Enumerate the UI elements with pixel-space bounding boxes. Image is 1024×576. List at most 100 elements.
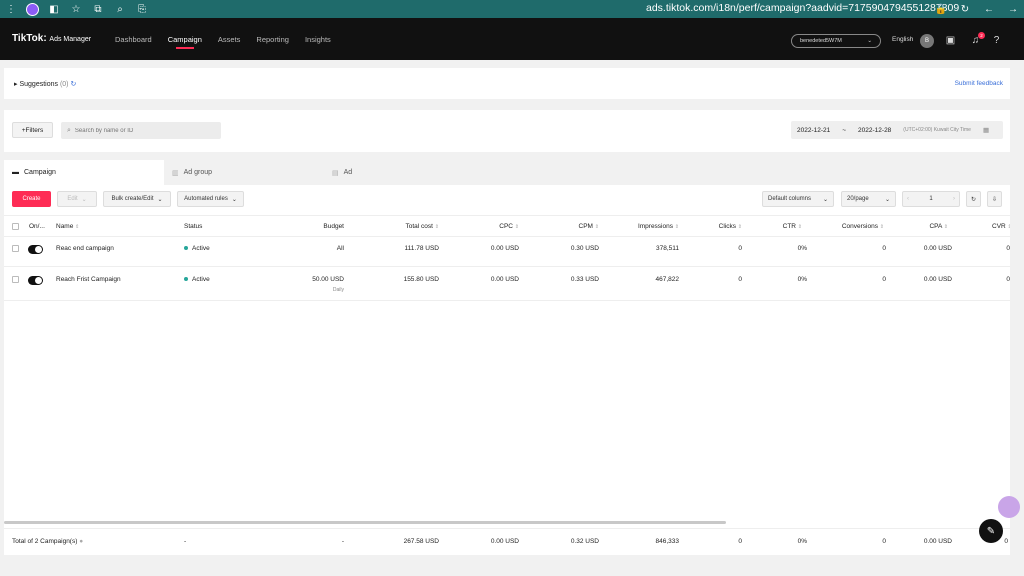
col-total-cost[interactable]: Total cost ⇕ [384, 223, 439, 230]
automated-rules-button[interactable]: Automated rules ⌄ [177, 191, 244, 207]
sort-icon: ⇕ [943, 224, 948, 230]
collections-icon[interactable]: ⧉ [91, 2, 105, 16]
select-all-checkbox[interactable] [12, 223, 19, 230]
notification-badge: 2 [978, 32, 985, 39]
forward-icon[interactable]: → [1006, 2, 1020, 16]
cvr-value: 0 [1006, 245, 1010, 252]
nav-campaign[interactable]: Campaign [168, 35, 202, 49]
totals-status: - [184, 538, 187, 545]
search-box[interactable]: ⌕ [61, 122, 221, 139]
horizontal-scrollbar[interactable] [4, 521, 726, 524]
nav-reporting[interactable]: Reporting [256, 35, 289, 44]
date-range-picker[interactable]: 2022-12-21 ~ 2022-12-28 (UTC+02:00) Kuwa… [791, 121, 1003, 139]
nav-insights[interactable]: Insights [305, 35, 331, 44]
col-name[interactable]: Name ⇕ [56, 223, 79, 230]
col-clicks[interactable]: Clicks ⇕ [702, 223, 742, 230]
col-onoff: On/... [29, 223, 45, 230]
table-toolbar: Create Edit ⌄ Bulk create/Edit ⌄ Automated… [4, 191, 1010, 209]
sort-icon: ⇕ [514, 224, 519, 230]
feedback-bubble[interactable] [998, 496, 1020, 518]
table-row[interactable]: Reac end campaign Active All 111.78 USD … [4, 237, 1010, 267]
tab-ad-group[interactable]: ▥ Ad group [164, 160, 324, 185]
budget-mode: Daily [332, 287, 344, 293]
suggestions-toggle[interactable]: ▸ Suggestions (0) ↻ [14, 80, 76, 88]
campaign-table-panel: Create Edit ⌄ Bulk create/Edit ⌄ Automated… [4, 185, 1010, 555]
col-conversions[interactable]: Conversions ⇕ [824, 223, 884, 230]
sidebar-icon[interactable]: ◧ [47, 2, 61, 16]
row-checkbox[interactable] [12, 276, 19, 283]
share-icon[interactable]: ⎘ [135, 2, 149, 16]
chat-button[interactable]: ✎ [979, 519, 1003, 543]
col-impressions[interactable]: Impressions ⇕ [619, 223, 679, 230]
totals-conversions: 0 [882, 538, 886, 545]
language-selector[interactable]: English [892, 36, 913, 43]
level-tabs: ▬ Campaign ▥ Ad group ▤ Ad [4, 160, 1010, 185]
back-icon[interactable]: ← [982, 2, 996, 16]
main-nav: Dashboard Campaign Assets Reporting Insi… [115, 35, 331, 49]
export-button[interactable]: ⇩ [987, 191, 1002, 207]
sort-icon: ⇕ [737, 224, 742, 230]
table-row[interactable]: Reach Frist Campaign Active 50.00 USD Da… [4, 268, 1010, 301]
sort-icon: ⇕ [797, 224, 802, 230]
next-page-icon[interactable]: › [953, 196, 955, 202]
nav-dashboard[interactable]: Dashboard [115, 35, 152, 44]
date-end: 2022-12-28 [858, 126, 892, 134]
impressions-value: 378,511 [655, 245, 679, 252]
filter-bar: +Filters ⌕ 2022-12-21 ~ 2022-12-28 (UTC+… [4, 110, 1010, 152]
col-cpm[interactable]: CPM ⇕ [559, 223, 599, 230]
table-header: On/... Name ⇕ Status Budget Total cost ⇕… [4, 215, 1010, 237]
totals-ctr: 0% [797, 538, 807, 545]
impressions-value: 467,822 [655, 276, 680, 283]
account-selector[interactable]: benedeted5W7M ⌄ [791, 34, 881, 48]
more-vertical-icon[interactable]: ⋮ [4, 2, 18, 16]
tiktok-logo[interactable]: TikTok: Ads Manager [12, 33, 91, 44]
col-ctr[interactable]: CTR ⇕ [762, 223, 802, 230]
totals-clicks: 0 [738, 538, 742, 545]
prev-page-icon[interactable]: ‹ [907, 196, 909, 202]
conversions-value: 0 [882, 276, 886, 283]
export-icon: ⇩ [991, 196, 998, 203]
budget-value: 50.00 USD [312, 276, 344, 283]
tab-ad[interactable]: ▤ Ad [324, 160, 484, 185]
reload-icon[interactable]: ↻ [958, 2, 972, 16]
sort-icon: ⇕ [674, 224, 679, 230]
filters-button[interactable]: + Filters [12, 122, 53, 138]
edit-button[interactable]: Edit ⌄ [57, 191, 97, 207]
document-icon: ▤ [332, 169, 339, 177]
submit-feedback-link[interactable]: Submit feedback [955, 80, 1003, 87]
totals-total-cost: 267.58 USD [403, 538, 439, 545]
page-size-select[interactable]: 20/page ⌄ [841, 191, 896, 207]
cpa-value: 0.00 USD [923, 276, 952, 283]
campaign-name[interactable]: Reach Frist Campaign [56, 276, 121, 283]
columns-select[interactable]: Default columns ⌄ [762, 191, 834, 207]
user-avatar[interactable]: B [920, 34, 934, 48]
campaign-toggle[interactable] [28, 276, 43, 285]
page-number[interactable]: 1 [929, 196, 932, 202]
create-button[interactable]: Create [12, 191, 51, 207]
folder-icon: ▬ [12, 169, 19, 176]
nav-assets[interactable]: Assets [218, 35, 241, 44]
app-header: TikTok: Ads Manager Dashboard Campaign A… [0, 18, 1024, 60]
briefcase-icon[interactable]: ▣ [944, 34, 957, 47]
tab-campaign[interactable]: ▬ Campaign [4, 160, 164, 185]
pagination: ‹ 1 › [902, 191, 960, 207]
caret-right-icon: ▸ [14, 81, 18, 88]
refresh-icon[interactable]: ↻ [70, 81, 76, 88]
search-input[interactable] [74, 127, 215, 134]
col-cpa[interactable]: CPA ⇕ [904, 223, 948, 230]
help-icon[interactable]: ? [990, 34, 1003, 47]
row-checkbox[interactable] [12, 245, 19, 252]
col-status: Status [184, 223, 203, 230]
grid-icon: ▥ [172, 169, 179, 177]
search-icon[interactable]: ⌕ [113, 2, 127, 16]
address-bar[interactable]: ads.tiktok.com/i18n/perf/campaign?aadvid… [646, 2, 959, 14]
col-cvr[interactable]: CVR ⇕ [992, 223, 1010, 230]
campaign-toggle[interactable] [28, 245, 43, 254]
star-icon[interactable]: ☆ [69, 2, 83, 16]
profile-avatar-icon[interactable] [26, 2, 39, 16]
bulk-create-edit-button[interactable]: Bulk create/Edit ⌄ [103, 191, 171, 207]
campaign-name[interactable]: Reac end campaign [56, 245, 114, 252]
chevron-down-icon: ⌄ [81, 196, 87, 203]
refresh-button[interactable]: ↻ [966, 191, 981, 207]
col-cpc[interactable]: CPC ⇕ [479, 223, 519, 230]
